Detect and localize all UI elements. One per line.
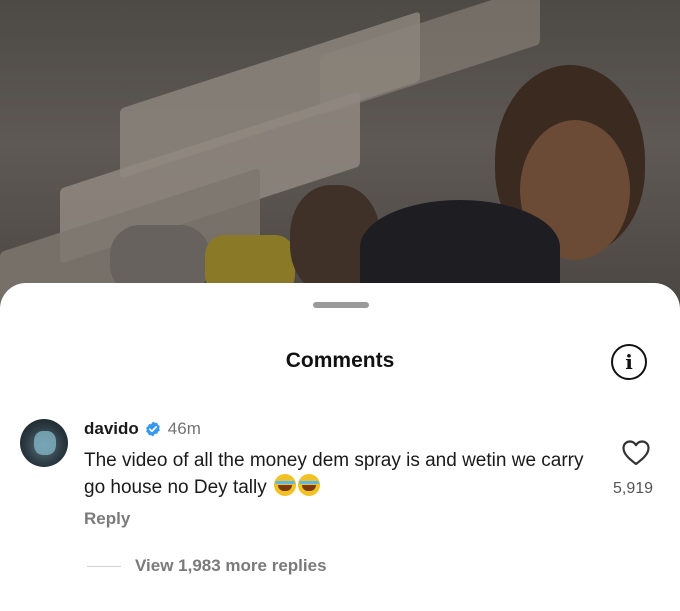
sheet-drag-handle[interactable] xyxy=(313,302,369,308)
laughing-emoji-icon xyxy=(298,474,321,496)
comment-text: The video of all the money dem spray is … xyxy=(84,450,584,498)
replies-divider xyxy=(87,566,121,567)
comment-body: The video of all the money dem spray is … xyxy=(84,447,584,501)
info-icon[interactable]: i xyxy=(611,344,647,380)
heart-icon[interactable] xyxy=(622,440,650,466)
comment-timestamp: 46m xyxy=(167,419,201,438)
background-cap xyxy=(360,200,560,295)
avatar-image xyxy=(34,431,56,455)
laughing-emoji-icon xyxy=(274,474,297,496)
view-more-replies-button[interactable]: View 1,983 more replies xyxy=(135,556,327,576)
comment-header: davido 46m xyxy=(84,419,201,439)
like-count: 5,919 xyxy=(612,480,654,497)
verified-badge-icon xyxy=(145,421,160,437)
avatar[interactable] xyxy=(20,419,68,467)
video-background xyxy=(0,0,680,320)
comments-sheet: Comments i davido 46m The video of all t… xyxy=(0,283,680,611)
sheet-title: Comments xyxy=(285,349,395,372)
reply-button[interactable]: Reply xyxy=(84,509,130,529)
comment-username[interactable]: davido xyxy=(84,419,139,439)
